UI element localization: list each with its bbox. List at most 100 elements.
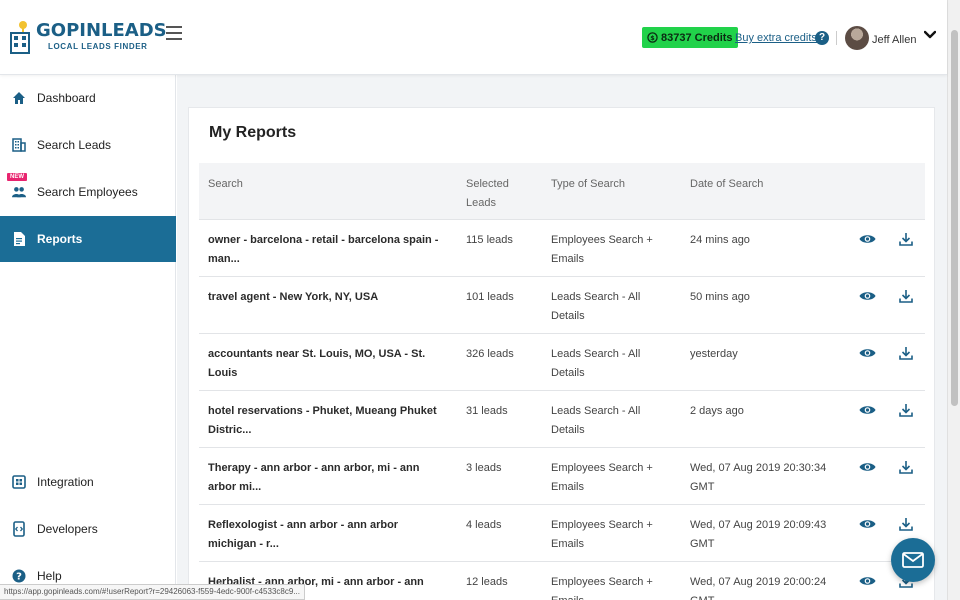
col-selected-leads-line1: Selected [466,178,509,190]
avatar[interactable] [845,26,869,50]
row-search: accountants near St. Louis, MO, USA - St… [208,348,426,379]
coins-icon: $ [647,32,658,43]
row-type: Employees Search + Emails [551,234,653,265]
table-row: Reflexologist - ann arbor - ann arbor mi… [199,505,925,562]
row-type: Leads Search - All Details [551,348,641,379]
col-date: Date of Search [690,178,764,190]
table-header: Search Selected Leads Type of Search Dat… [199,163,925,220]
help-icon[interactable]: ? [815,31,829,45]
page-scrollbar[interactable] [947,0,960,600]
row-date: Wed, 07 Aug 2019 20:09:43 GMT [690,519,827,550]
row-type: Employees Search + Emails [551,462,653,493]
row-date: Wed, 07 Aug 2019 20:30:34 GMT [690,462,827,493]
credits-label: 83737 Credits [661,31,733,44]
sidebar-item-search-employees[interactable]: NEW Search Employees [0,169,176,215]
row-date: 2 days ago [690,405,744,417]
browser-status-url: https://app.gopinleads.com/#!userReport?… [0,584,305,600]
new-badge: NEW [7,173,27,181]
row-search: owner - barcelona - retail - barcelona s… [208,234,439,265]
sidebar-item-dashboard[interactable]: Dashboard [0,75,176,121]
sidebar: Dashboard Search Leads NEW Search Employ… [0,75,176,600]
credits-badge[interactable]: $ 83737 Credits [642,27,738,48]
table-row: accountants near St. Louis, MO, USA - St… [199,334,925,391]
chat-button[interactable] [891,538,935,582]
sidebar-item-label: Dashboard [37,91,96,105]
integration-icon [12,475,26,489]
view-icon[interactable] [859,404,876,416]
help-icon: ? [12,569,26,583]
download-icon[interactable] [899,403,913,417]
download-icon[interactable] [899,517,913,531]
document-icon [12,232,26,246]
code-icon [12,521,26,537]
sidebar-item-label: Search Leads [37,138,112,152]
view-icon[interactable] [859,347,876,359]
sidebar-item-integration[interactable]: Integration [0,459,176,505]
sidebar-item-developers[interactable]: Developers [0,506,176,552]
download-icon[interactable] [899,460,913,474]
sidebar-item-reports[interactable]: Reports [0,216,176,262]
row-search: travel agent - New York, NY, USA [208,291,379,303]
table-row: Therapy - ann arbor - ann arbor, mi - an… [199,448,925,505]
svg-text:$: $ [650,34,655,42]
row-leads: 4 leads [466,519,502,531]
envelope-icon [902,552,924,568]
brand-logo[interactable]: GOPINLEADS LOCAL LEADS FINDER [10,20,167,54]
reports-table: Search Selected Leads Type of Search Dat… [199,163,925,600]
row-leads: 115 leads [466,234,513,246]
col-selected-leads-line2: Leads [466,197,496,209]
main-content: My Reports Search Selected Leads Type of… [177,75,947,600]
view-icon[interactable] [859,575,876,587]
row-date: Wed, 07 Aug 2019 20:00:24 GMT [690,576,827,600]
view-icon[interactable] [859,290,876,302]
row-type: Leads Search - All Details [551,405,641,436]
table-row: owner - barcelona - retail - barcelona s… [199,220,925,277]
brand-tagline: LOCAL LEADS FINDER [48,42,148,51]
chevron-down-icon[interactable] [924,30,936,40]
row-search: Reflexologist - ann arbor - ann arbor mi… [208,519,399,550]
svg-text:?: ? [16,572,22,583]
row-leads: 3 leads [466,462,502,474]
row-leads: 101 leads [466,291,514,303]
table-row: Herbalist - ann arbor, mi - ann arbor - … [199,562,925,600]
row-search: hotel reservations - Phuket, Mueang Phuk… [208,405,437,436]
row-date: yesterday [690,348,738,360]
row-type: Employees Search + Emails [551,576,653,600]
people-icon [12,185,26,199]
row-type: Leads Search - All Details [551,291,641,322]
col-selected-leads: Selected Leads [466,175,509,213]
row-date: 50 mins ago [690,291,750,303]
row-leads: 12 leads [466,576,508,588]
view-icon[interactable] [859,233,876,245]
row-type: Employees Search + Emails [551,519,653,550]
table-row: travel agent - New York, NY, USA 101 lead… [199,277,925,334]
table-row: hotel reservations - Phuket, Mueang Phuk… [199,391,925,448]
row-search: Therapy - ann arbor - ann arbor, mi - an… [208,462,420,493]
download-icon[interactable] [899,289,913,303]
sidebar-item-label: Integration [37,475,94,489]
download-icon[interactable] [899,232,913,246]
reports-card: My Reports Search Selected Leads Type of… [188,107,935,600]
view-icon[interactable] [859,518,876,530]
col-search: Search [208,178,243,190]
row-leads: 31 leads [466,405,508,417]
sidebar-item-search-leads[interactable]: Search Leads [0,122,176,168]
building-icon [12,138,26,152]
col-type: Type of Search [551,178,625,190]
menu-toggle-icon[interactable] [166,26,182,40]
top-header: GOPINLEADS LOCAL LEADS FINDER $ 83737 Cr… [0,0,947,75]
sidebar-item-label: Help [37,569,62,583]
header-divider [836,31,837,45]
sidebar-item-label: Developers [37,522,98,536]
brand-name: GOPINLEADS [36,20,167,41]
download-icon[interactable] [899,346,913,360]
sidebar-item-label: Reports [37,232,83,246]
row-date: 24 mins ago [690,234,750,246]
page-title: My Reports [209,124,297,141]
view-icon[interactable] [859,461,876,473]
user-name[interactable]: Jeff Allen [872,34,916,46]
buy-credits-link[interactable]: Buy extra credits [735,32,817,44]
home-icon [12,91,26,105]
scrollbar-thumb[interactable] [951,30,958,406]
row-leads: 326 leads [466,348,514,360]
